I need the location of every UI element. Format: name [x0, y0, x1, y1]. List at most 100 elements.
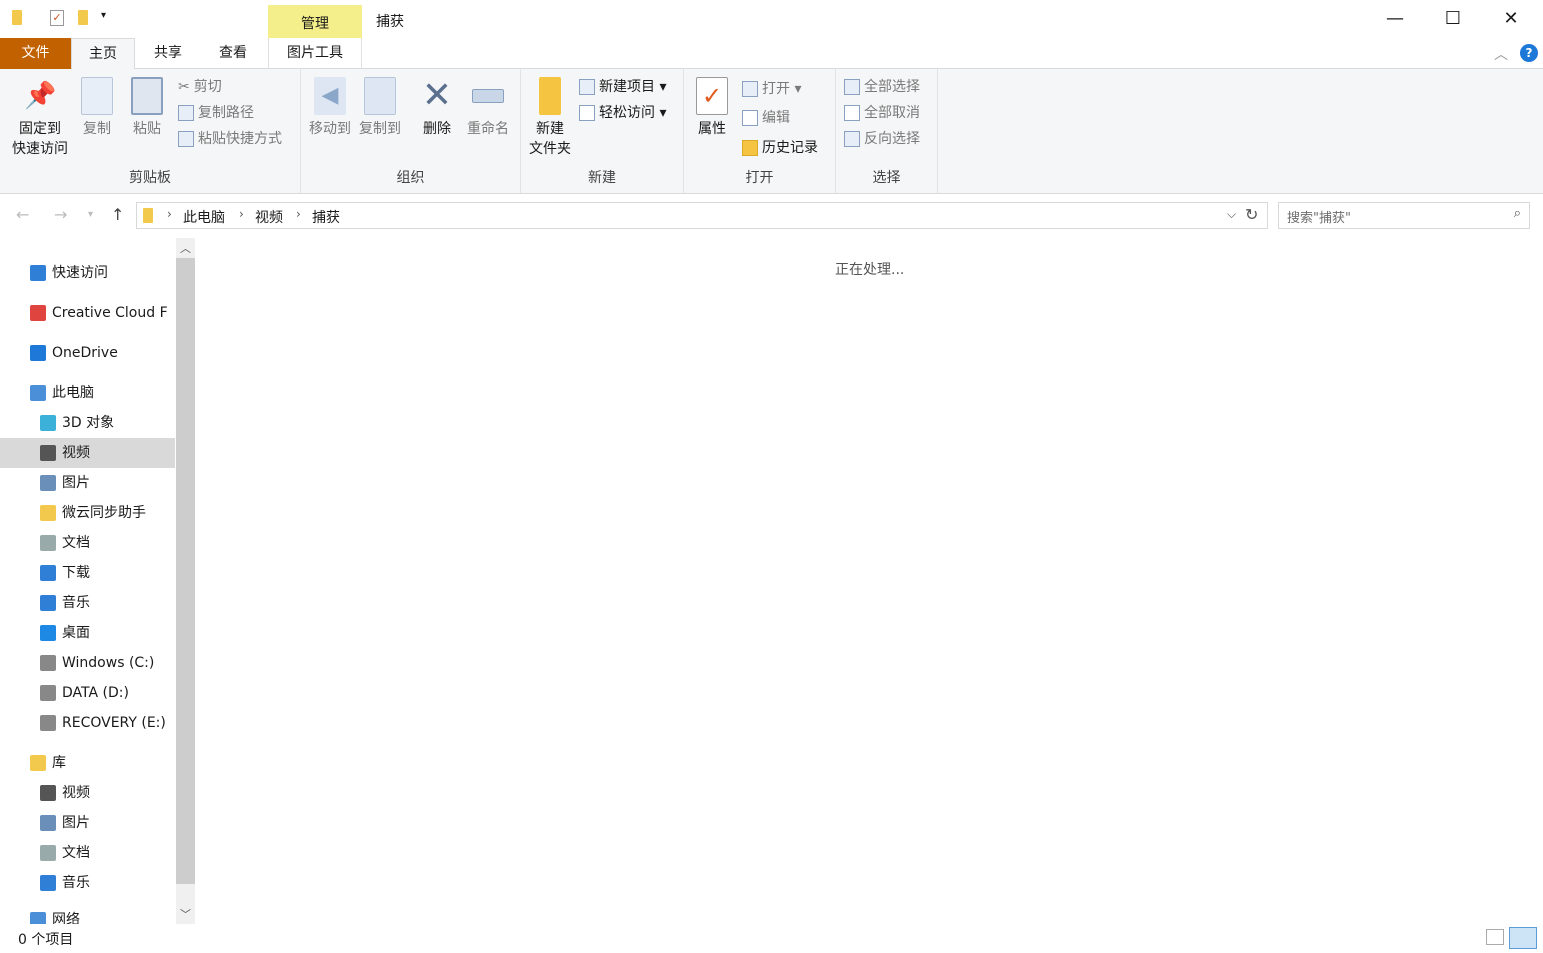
- help-icon[interactable]: ?: [1520, 44, 1538, 62]
- nav-item[interactable]: 网络: [0, 905, 175, 924]
- copy-to-button[interactable]: 复制到: [355, 69, 405, 139]
- nav-item[interactable]: 桌面: [0, 618, 175, 648]
- edit-button[interactable]: 编辑: [742, 106, 790, 130]
- nav-item[interactable]: 此电脑: [0, 378, 175, 408]
- tab-home[interactable]: 主页: [71, 38, 135, 70]
- back-button[interactable]: ←: [16, 205, 29, 224]
- new-folder-quick-icon[interactable]: [78, 10, 88, 30]
- nav-item[interactable]: 音乐: [0, 588, 175, 618]
- scrollbar-thumb[interactable]: [176, 258, 195, 884]
- breadcrumb-this-pc[interactable]: 此电脑: [183, 207, 225, 227]
- scroll-down-arrow[interactable]: ﹀: [180, 906, 191, 922]
- navigation-pane: 快速访问Creative Cloud FOneDrive此电脑3D 对象视频图片…: [0, 238, 176, 924]
- paste-button[interactable]: 粘贴: [126, 69, 168, 139]
- nav-item-label: 视频: [62, 445, 90, 461]
- copy-path-button[interactable]: 复制路径: [178, 101, 254, 125]
- edit-icon: [742, 110, 758, 126]
- nav-item-label: OneDrive: [52, 345, 118, 361]
- select-none-icon: [844, 105, 860, 121]
- nav-item[interactable]: 音乐: [0, 868, 175, 898]
- up-button[interactable]: ↑: [111, 205, 124, 224]
- nav-item[interactable]: RECOVERY (E:): [0, 708, 175, 738]
- new-folder-label-2: 文件夹: [525, 139, 575, 159]
- nav-item[interactable]: Windows (C:): [0, 648, 175, 678]
- search-input[interactable]: 搜索"捕获" ⌕: [1278, 202, 1530, 229]
- nav-item-label: 3D 对象: [62, 415, 114, 431]
- properties-quick-icon[interactable]: ✓: [50, 10, 64, 26]
- nav-item-label: 图片: [62, 815, 90, 831]
- pin-label-1: 固定到: [6, 119, 74, 139]
- search-icon: ⌕: [1514, 206, 1521, 221]
- breadcrumb-videos[interactable]: 视频: [255, 207, 283, 227]
- new-folder-button[interactable]: 新建 文件夹: [525, 69, 575, 159]
- customize-quick-access-icon[interactable]: ▾: [101, 10, 106, 30]
- nav-item[interactable]: 库: [0, 748, 175, 778]
- nav-item[interactable]: 3D 对象: [0, 408, 175, 438]
- edit-label: 编辑: [762, 110, 790, 126]
- ribbon: 📌 固定到 快速访问 复制 粘贴 ✂剪切 复制路径 粘贴快捷方式 剪贴板 ◀ 移…: [0, 69, 1543, 194]
- address-folder-icon: [143, 208, 153, 227]
- properties-button[interactable]: ✓ 属性: [690, 69, 734, 139]
- nav-item-label: 下载: [62, 565, 90, 581]
- pin-quick-access-button[interactable]: 📌 固定到 快速访问: [6, 69, 74, 159]
- nav-item[interactable]: 文档: [0, 838, 175, 868]
- tab-file[interactable]: 文件: [0, 38, 71, 69]
- select-all-label: 全部选择: [864, 79, 920, 95]
- maximize-button[interactable]: ☐: [1424, 0, 1482, 38]
- large-icons-view-icon[interactable]: [1509, 927, 1537, 949]
- delete-button[interactable]: ✕ 删除: [415, 69, 459, 139]
- nav-item-icon: [30, 265, 46, 281]
- invert-selection-button[interactable]: 反向选择: [844, 127, 920, 151]
- select-all-button[interactable]: 全部选择: [844, 75, 920, 99]
- tab-picture-tools[interactable]: 图片工具: [268, 38, 362, 69]
- forward-button[interactable]: →: [54, 205, 67, 224]
- close-button[interactable]: ✕: [1482, 0, 1540, 38]
- new-item-button[interactable]: 新建项目 ▾: [579, 75, 666, 99]
- tab-view[interactable]: 查看: [203, 38, 263, 69]
- nav-item[interactable]: 视频: [0, 778, 175, 808]
- history-button[interactable]: 历史记录: [742, 136, 818, 160]
- select-none-button[interactable]: 全部取消: [844, 101, 920, 125]
- easy-access-label: 轻松访问 ▾: [599, 105, 666, 121]
- nav-item[interactable]: 文档: [0, 528, 175, 558]
- open-label: 打开 ▾: [762, 81, 801, 97]
- address-bar[interactable]: › 此电脑 › 视频 › 捕获 ⌵ ↻: [136, 202, 1268, 229]
- details-view-icon[interactable]: [1486, 929, 1504, 945]
- open-button[interactable]: 打开 ▾: [742, 77, 801, 101]
- tab-share[interactable]: 共享: [138, 38, 198, 69]
- new-folder-icon: [539, 77, 561, 115]
- nav-item[interactable]: 微云同步助手: [0, 498, 175, 528]
- recent-locations-button[interactable]: ▾: [88, 209, 93, 220]
- move-to-button[interactable]: ◀ 移动到: [305, 69, 355, 139]
- minimize-button[interactable]: —: [1366, 0, 1424, 38]
- nav-item[interactable]: OneDrive: [0, 338, 175, 368]
- easy-access-button[interactable]: 轻松访问 ▾: [579, 101, 666, 125]
- nav-item[interactable]: 图片: [0, 468, 175, 498]
- rename-button[interactable]: 重命名: [463, 69, 513, 139]
- nav-item[interactable]: DATA (D:): [0, 678, 175, 708]
- nav-item-icon: [30, 912, 46, 924]
- paste-shortcut-button[interactable]: 粘贴快捷方式: [178, 127, 282, 151]
- copy-button[interactable]: 复制: [76, 69, 118, 139]
- nav-item[interactable]: Creative Cloud F: [0, 298, 175, 328]
- collapse-ribbon-icon[interactable]: ︿: [1494, 44, 1508, 64]
- paste-shortcut-label: 粘贴快捷方式: [198, 131, 282, 147]
- cut-button[interactable]: ✂剪切: [178, 75, 222, 99]
- nav-item[interactable]: 图片: [0, 808, 175, 838]
- breadcrumb-capture[interactable]: 捕获: [312, 207, 340, 227]
- paste-shortcut-icon: [178, 131, 194, 147]
- manage-context-tab[interactable]: 管理: [268, 5, 362, 38]
- nav-item-icon: [30, 385, 46, 401]
- organize-group-label: 组织: [301, 167, 520, 187]
- nav-item[interactable]: 下载: [0, 558, 175, 588]
- refresh-icon[interactable]: ↻: [1245, 205, 1258, 224]
- address-dropdown-icon[interactable]: ⌵: [1227, 207, 1236, 222]
- invert-selection-icon: [844, 131, 860, 147]
- nav-item[interactable]: 快速访问: [0, 258, 175, 288]
- pin-label-2: 快速访问: [6, 139, 74, 159]
- nav-item-icon: [40, 475, 56, 491]
- nav-item[interactable]: 视频: [0, 438, 175, 468]
- open-icon: [742, 81, 758, 97]
- nav-item-icon: [40, 505, 56, 521]
- scroll-up-arrow[interactable]: ︿: [180, 240, 191, 256]
